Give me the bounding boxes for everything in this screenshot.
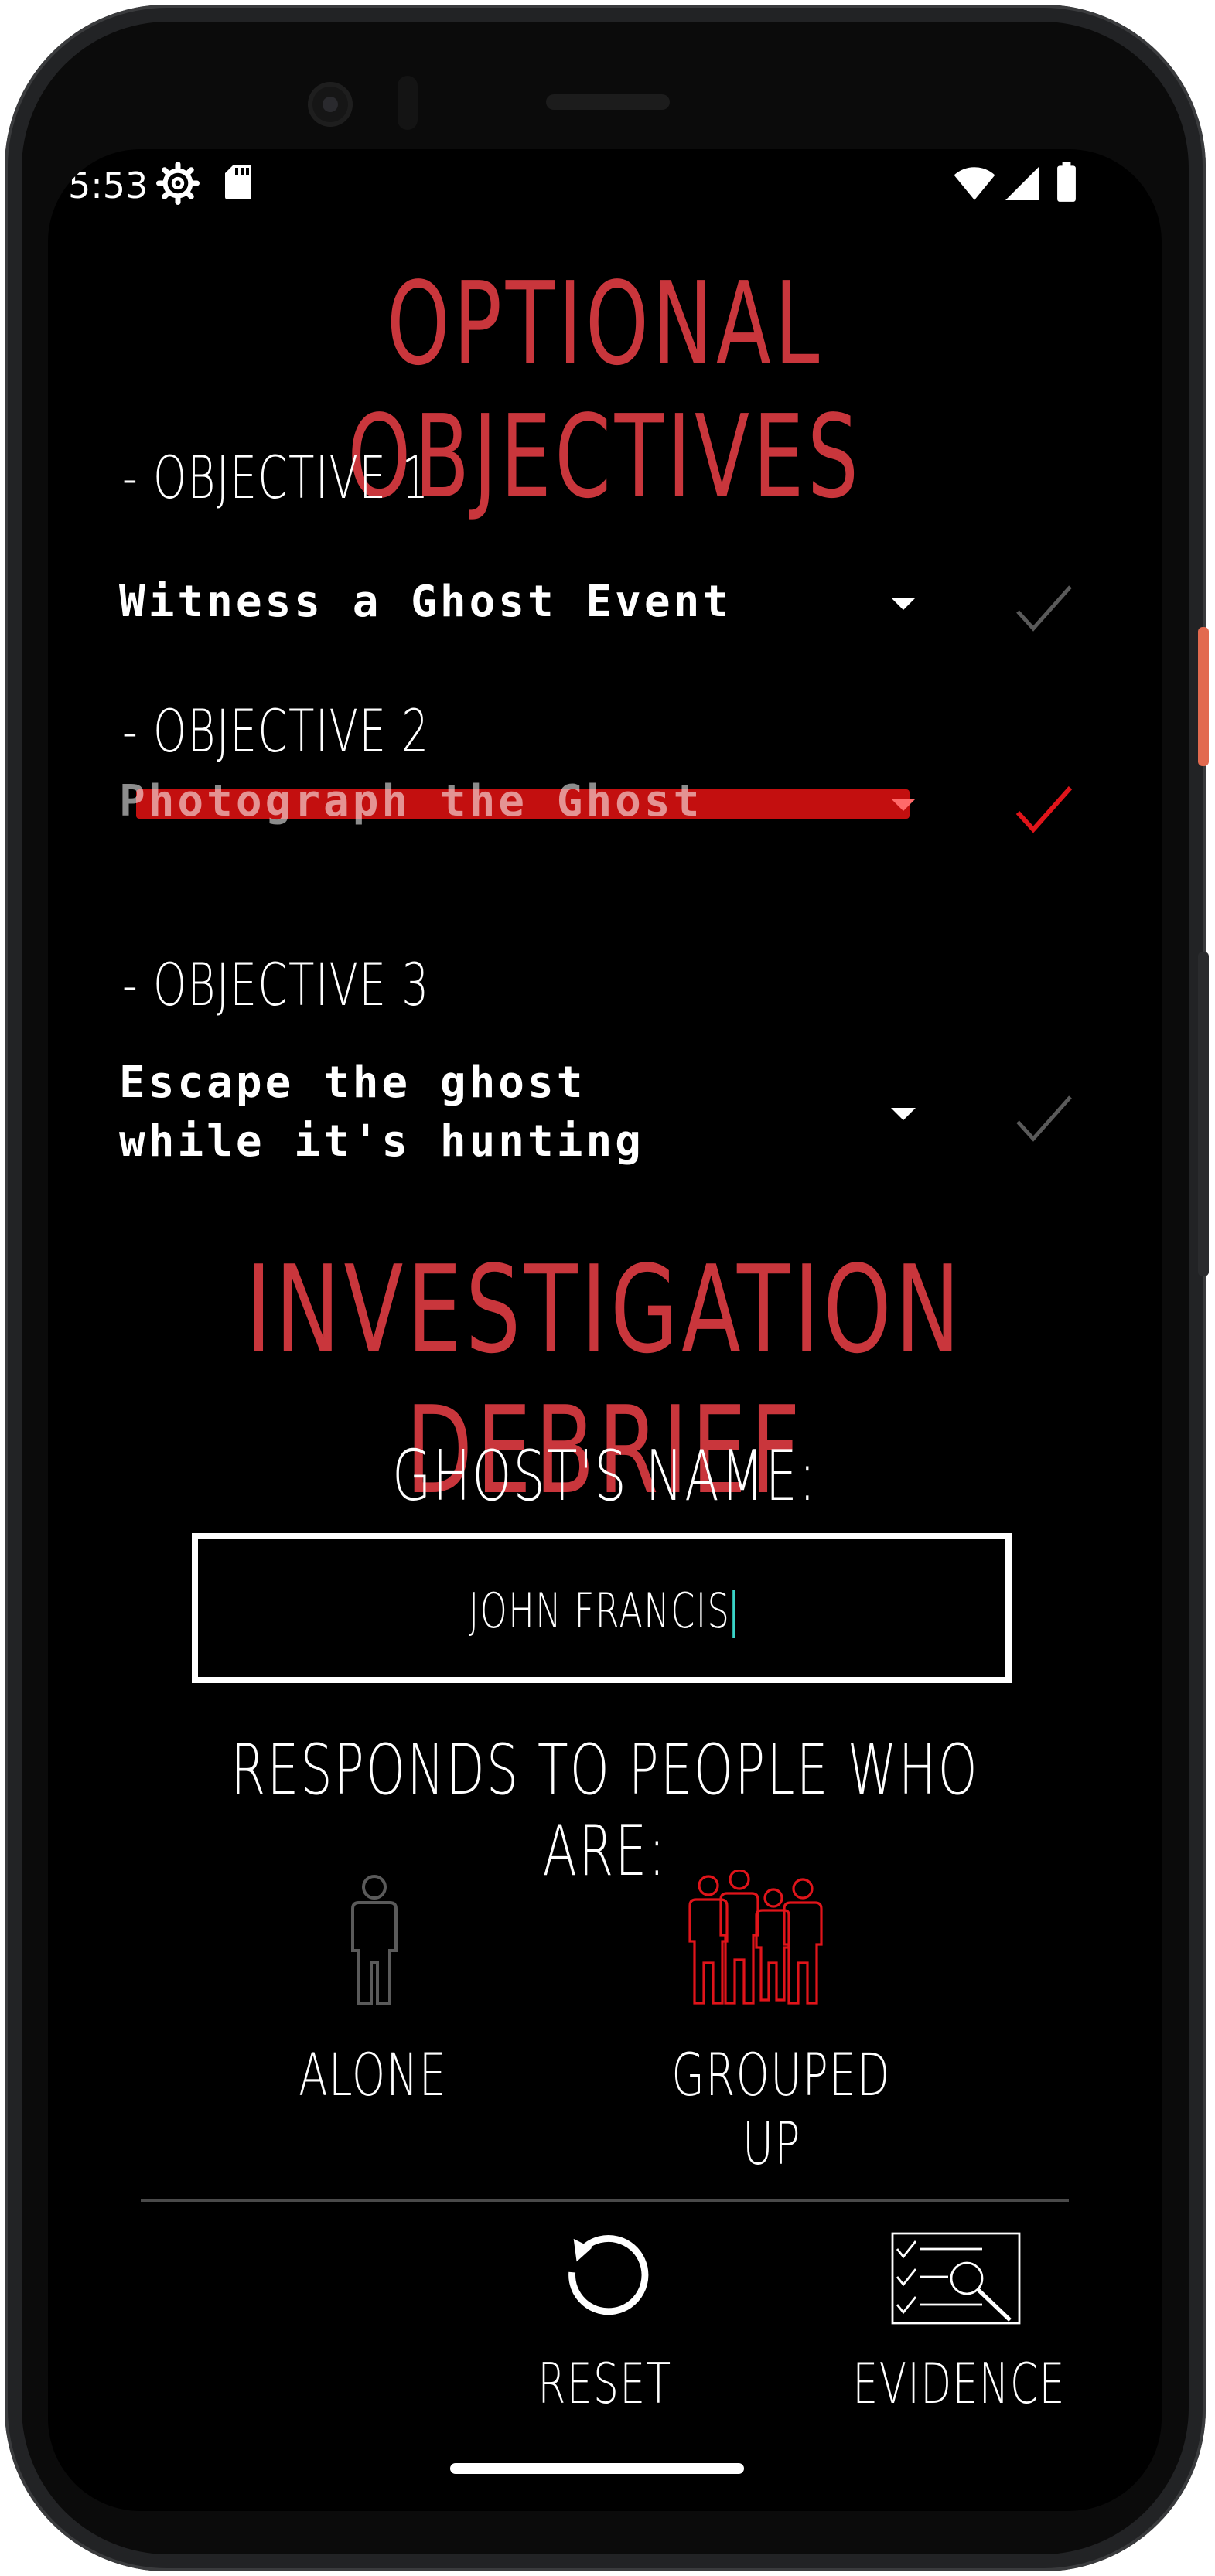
front-camera — [308, 82, 353, 127]
objective-1-dropdown[interactable]: Witness a Ghost Event — [119, 573, 732, 632]
ghost-name-text: JOHN FRANCIS — [469, 1583, 731, 1639]
objective-2-label: - OBJECTIVE 2 — [122, 697, 430, 765]
objective-3-dropdown-arrow-icon[interactable] — [891, 1108, 916, 1120]
responds-label: RESPONDS TO PEOPLE WHO ARE: — [230, 1729, 979, 1892]
group-of-people-icon[interactable] — [687, 1870, 826, 2006]
text-cursor — [732, 1590, 735, 1638]
objective-3-label: - OBJECTIVE 3 — [122, 950, 430, 1019]
ghost-name-label: GHOST'S NAME: — [392, 1436, 817, 1517]
status-time: 5:53 — [68, 165, 148, 206]
single-person-icon[interactable] — [343, 1873, 405, 2006]
ghost-name-input[interactable]: JOHN FRANCIS — [192, 1533, 1012, 1683]
volume-button — [1198, 952, 1209, 1276]
objective-2-checkmark-icon[interactable] — [1015, 785, 1073, 834]
reset-button[interactable]: RESET — [504, 2351, 705, 2416]
home-gesture-bar[interactable] — [450, 2463, 744, 2474]
objective-1-dropdown-arrow-icon[interactable] — [891, 598, 916, 610]
earpiece-speaker — [546, 94, 670, 110]
ghost-name-value[interactable]: JOHN FRANCIS — [311, 1583, 892, 1639]
objective-3-checkmark-icon[interactable] — [1015, 1094, 1073, 1143]
objective-3-dropdown-line-1[interactable]: Escape the ghost — [119, 1054, 585, 1113]
app-screen: 5:53 OPTIONAL OBJECTIVES - OBJECTIVE 1 W… — [48, 149, 1162, 2511]
battery-icon — [1057, 162, 1076, 202]
reset-icon[interactable] — [558, 2233, 650, 2324]
settings-gear-icon — [156, 162, 200, 205]
objective-2-dropdown[interactable]: Photograph the Ghost — [119, 772, 702, 831]
evidence-journal-icon[interactable] — [889, 2230, 1022, 2328]
evidence-button[interactable]: EVIDENCE — [852, 2351, 1064, 2416]
status-bar: 5:53 — [48, 149, 1162, 219]
cell-signal-icon — [1005, 166, 1039, 200]
power-button — [1198, 627, 1209, 766]
wifi-icon — [954, 167, 995, 200]
sd-card-icon — [225, 165, 251, 199]
alone-option[interactable]: ALONE — [272, 2040, 473, 2109]
objective-3-dropdown-line-2[interactable]: while it's hunting — [119, 1113, 644, 1171]
proximity-sensor — [398, 76, 418, 130]
objective-1-checkmark-icon[interactable] — [1015, 584, 1073, 633]
grouped-up-option[interactable]: GROUPED UP — [671, 2040, 889, 2178]
objective-1-label: - OBJECTIVE 1 — [122, 443, 430, 512]
objective-2-dropdown-arrow-icon[interactable] — [891, 799, 916, 811]
bottom-nav-divider — [141, 2199, 1069, 2202]
